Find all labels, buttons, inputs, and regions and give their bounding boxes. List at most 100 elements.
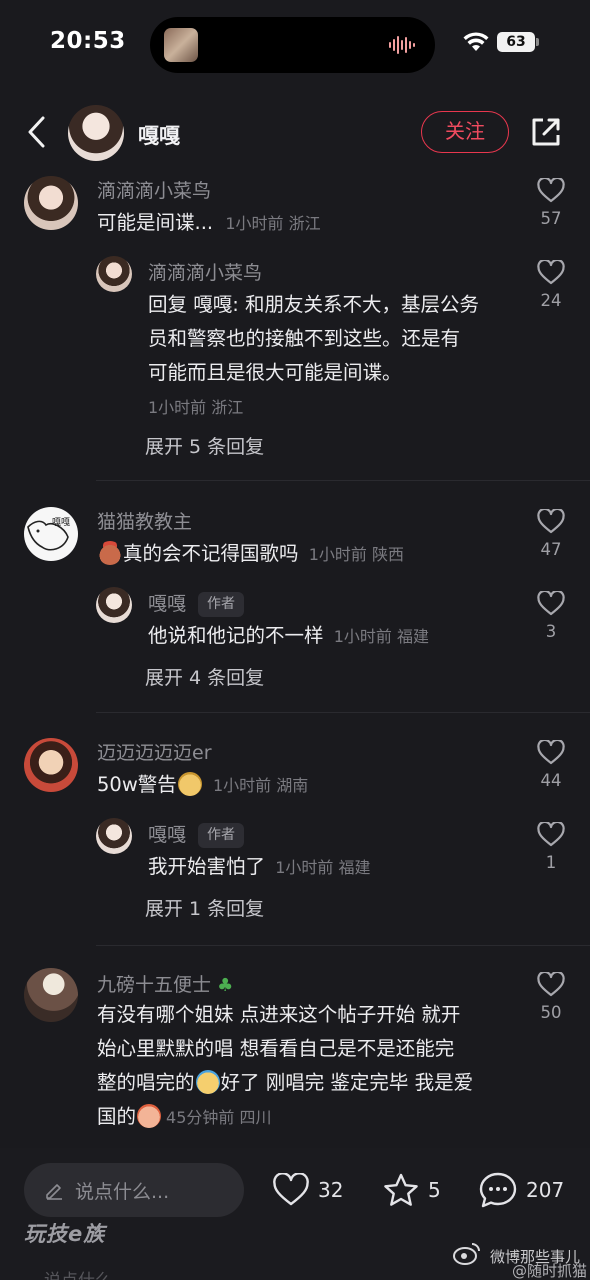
like-count: 50 <box>540 1003 562 1022</box>
reply-text[interactable]: 回复 嘎嘎: 和朋友关系不大，基层公务 员和警察也的接触不到这些。还是有 可能而… <box>148 288 479 390</box>
comment-like-button[interactable]: 57 <box>532 178 570 228</box>
comment-divider <box>96 945 590 946</box>
share-icon[interactable] <box>530 116 562 148</box>
like-count: 3 <box>545 622 557 641</box>
heart-icon <box>537 178 565 203</box>
comment-username-row[interactable]: 九磅十五便士 ♣ <box>97 970 233 997</box>
comment-line-group: 国的 45分钟前 四川 <box>97 1100 473 1135</box>
reply-line: 回复 嘎嘎: 和朋友关系不大，基层公务 <box>148 293 479 316</box>
follow-button[interactable]: 关注 <box>421 111 509 153</box>
heart-icon <box>537 509 565 534</box>
post-header: 嘎嘎 关注 <box>0 100 590 166</box>
comment-count: 207 <box>526 1178 565 1202</box>
comment-line-part: 国的 <box>97 1105 137 1128</box>
status-time: 20:53 <box>50 28 126 54</box>
expand-replies-link[interactable]: 展开 4 条回复 <box>145 663 264 690</box>
author-avatar[interactable] <box>68 105 124 161</box>
user-avatar[interactable] <box>24 738 78 792</box>
comment-meta: 45分钟前 四川 <box>166 1108 272 1127</box>
expand-replies-link[interactable]: 展开 5 条回复 <box>145 432 264 459</box>
reply-text[interactable]: 我开始害怕了 1小时前 福建 <box>148 850 371 885</box>
reply-username-row[interactable]: 嘎嘎 作者 <box>148 820 245 848</box>
comment-username: 九磅十五便士 <box>97 974 212 996</box>
user-avatar[interactable]: 嘎嘎 <box>24 507 78 561</box>
reply-avatar[interactable] <box>96 256 132 292</box>
reply-body: 他说和他记的不一样 <box>148 624 324 647</box>
comment-like-button[interactable]: 44 <box>532 740 570 790</box>
back-arrow-icon[interactable] <box>24 114 50 150</box>
audio-wave-icon <box>389 35 419 55</box>
comment-username[interactable]: 迈迈迈迈迈er <box>97 738 212 765</box>
comment-button[interactable]: 207 <box>478 1170 564 1210</box>
comment-line: 始心里默默的唱 想看看自己是不是还能完 <box>97 1037 455 1060</box>
chat-bubble-icon <box>479 1172 517 1208</box>
comment-text[interactable]: 50w警告 1小时前 湖南 <box>97 768 308 803</box>
reply-like-button[interactable]: 1 <box>532 822 570 872</box>
comment-body: 可能是间谍... <box>97 211 214 234</box>
comment-body: 50w警告 <box>97 773 177 796</box>
reply-meta: 1小时前 福建 <box>333 627 429 646</box>
comment-line: 有没有哪个姐妹 点进来这个帖子开始 就开 <box>97 1003 461 1026</box>
favorite-count: 5 <box>428 1178 441 1202</box>
comment-text[interactable]: 真的会不记得国歌吗 1小时前 陕西 <box>97 537 404 572</box>
weibo-handle-watermark: @随时抓猫 <box>512 1262 588 1280</box>
comment-text[interactable]: 有没有哪个姐妹 点进来这个帖子开始 就开 始心里默默的唱 想看看自己是不是还能完… <box>97 998 473 1135</box>
expand-replies-link[interactable]: 展开 1 条回复 <box>145 894 264 921</box>
wifi-icon <box>463 32 489 51</box>
favorite-button[interactable]: 5 <box>382 1170 441 1210</box>
comment-meta: 1小时前 陕西 <box>308 545 404 564</box>
now-playing-thumbnail <box>164 28 198 62</box>
author-tag: 作者 <box>198 823 245 848</box>
reply-avatar[interactable] <box>96 587 132 623</box>
user-avatar[interactable] <box>24 176 78 230</box>
battery-indicator: 63 <box>497 32 535 52</box>
reply-like-button[interactable]: 3 <box>532 591 570 641</box>
weibo-logo-icon <box>453 1243 480 1265</box>
reply-username[interactable]: 滴滴滴小菜鸟 <box>148 258 262 285</box>
comment-text[interactable]: 可能是间谍... 1小时前 浙江 <box>97 206 321 241</box>
comments-screen: 20:53 63 嘎嘎 关注 滴滴滴小菜鸟 可能是间谍... 1小时前 浙江 5… <box>0 0 590 1280</box>
comment-input-placeholder: 说点什么... <box>75 1181 170 1203</box>
heart-icon <box>537 822 565 847</box>
reply-like-button[interactable]: 24 <box>532 260 570 310</box>
reply-avatar[interactable] <box>96 818 132 854</box>
heart-icon <box>537 591 565 616</box>
comment-username[interactable]: 猫猫教教主 <box>97 507 192 534</box>
like-post-button[interactable]: 32 <box>272 1170 343 1210</box>
user-avatar[interactable] <box>24 968 78 1022</box>
reply-meta: 1小时前 福建 <box>275 858 371 877</box>
comment-line-part: 好了 刚唱完 鉴定完毕 我是爱 <box>220 1071 474 1094</box>
reply-text[interactable]: 他说和他记的不一样 1小时前 福建 <box>148 619 429 654</box>
emoji-icon <box>137 1104 162 1128</box>
reply-line: 可能而且是很大可能是间谍。 <box>148 361 402 384</box>
reply-username-row[interactable]: 嘎嘎 作者 <box>148 589 245 617</box>
comment-line-part: 整的唱完的 <box>97 1071 195 1094</box>
post-like-count: 32 <box>318 1178 344 1202</box>
author-name[interactable]: 嘎嘎 <box>138 120 180 150</box>
reply-body: 我开始害怕了 <box>148 855 266 878</box>
comment-divider <box>96 712 590 713</box>
author-tag: 作者 <box>198 592 245 617</box>
bottom-action-bar: 说点什么... 32 5 207 玩技e族 微博那些事儿 @随时抓猫 说点什么.… <box>0 1148 590 1280</box>
dynamic-island[interactable] <box>150 17 435 73</box>
comment-body: 真的会不记得国歌吗 <box>123 542 299 565</box>
like-count: 24 <box>540 291 562 310</box>
battery-tip <box>536 38 539 46</box>
like-count: 1 <box>545 853 557 872</box>
reply-line: 员和警察也的接触不到这些。还是有 <box>148 327 461 350</box>
reply-username: 嘎嘎 <box>148 593 187 615</box>
like-count: 44 <box>540 771 562 790</box>
comment-like-button[interactable]: 50 <box>532 972 570 1022</box>
watermark-logo: 玩技e族 <box>24 1222 106 1246</box>
heart-icon <box>537 972 565 997</box>
comment-input[interactable]: 说点什么... <box>24 1163 244 1217</box>
status-bar: 20:53 63 <box>0 0 590 88</box>
pencil-icon <box>46 1184 62 1200</box>
comment-username[interactable]: 滴滴滴小菜鸟 <box>97 176 211 203</box>
like-count: 57 <box>540 209 562 228</box>
comment-divider <box>96 480 590 481</box>
comment-like-button[interactable]: 47 <box>532 509 570 559</box>
heart-icon <box>273 1173 309 1206</box>
reply-username: 嘎嘎 <box>148 824 187 846</box>
palm-tree-icon: ♣ <box>217 975 234 996</box>
